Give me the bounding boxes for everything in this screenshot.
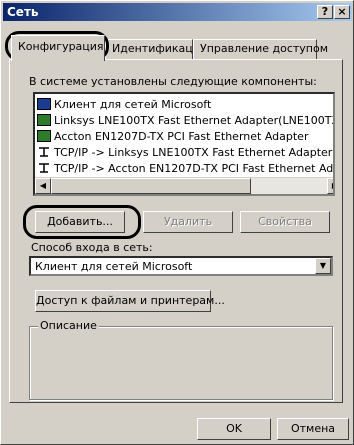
- tab-identification[interactable]: Идентификация: [105, 39, 207, 59]
- properties-button[interactable]: Свойства: [240, 211, 330, 233]
- list-item[interactable]: TCP/IP -> Linksys LNE100TX Fast Ethernet…: [37, 144, 333, 160]
- list-item-label: Linksys LNE100TX Fast Ethernet Adapter(L…: [54, 113, 335, 127]
- remove-button[interactable]: Удалить: [143, 211, 233, 233]
- file-sharing-button[interactable]: Доступ к файлам и принтерам...: [35, 290, 225, 312]
- window-title: Сеть: [7, 5, 39, 19]
- close-button[interactable]: ×: [334, 5, 350, 19]
- list-item[interactable]: Accton EN1207D-TX PCI Fast Ethernet Adap…: [37, 128, 308, 144]
- logon-select[interactable]: Клиент для сетей Microsoft ▼: [29, 256, 333, 276]
- title-bar[interactable]: Сеть ? ×: [3, 3, 352, 21]
- logon-select-value: Клиент для сетей Microsoft: [35, 260, 193, 273]
- scroll-right-icon[interactable]: ▶: [327, 178, 333, 194]
- network-dialog: Сеть ? × Конфигурация Идентификация Упра…: [0, 0, 354, 445]
- tab-configuration-label: Конфигурация: [18, 40, 104, 53]
- list-item-label: TCP/IP -> Linksys LNE100TX Fast Ethernet…: [54, 145, 333, 159]
- list-item-label: TCP/IP -> Accton EN1207D-TX PCI Fast Eth…: [54, 161, 335, 175]
- protocol-icon: [37, 146, 51, 158]
- network-client-icon: [37, 98, 51, 110]
- ok-button[interactable]: OK: [197, 418, 271, 440]
- scroll-thumb[interactable]: [51, 178, 251, 194]
- tab-access-control-label: Управление доступом: [200, 42, 329, 55]
- list-item[interactable]: TCP/IP -> Accton EN1207D-TX PCI Fast Eth…: [37, 160, 335, 176]
- tab-configuration[interactable]: Конфигурация: [11, 35, 105, 61]
- protocol-icon: [37, 162, 51, 174]
- help-button[interactable]: ?: [317, 5, 333, 19]
- scroll-left-icon[interactable]: ◀: [35, 178, 51, 194]
- tab-access-control[interactable]: Управление доступом: [193, 39, 328, 59]
- list-item-label: Accton EN1207D-TX PCI Fast Ethernet Adap…: [54, 129, 309, 143]
- list-item[interactable]: Linksys LNE100TX Fast Ethernet Adapter(L…: [37, 112, 335, 128]
- network-adapter-icon: [37, 114, 51, 126]
- components-list[interactable]: Клиент для сетей Microsoft Linksys LNE10…: [33, 92, 335, 196]
- list-item-label: Клиент для сетей Microsoft: [54, 97, 212, 111]
- components-heading: В системе установлены следующие компонен…: [29, 75, 317, 88]
- horizontal-scrollbar[interactable]: ◀ ▶: [35, 177, 333, 194]
- chevron-down-icon[interactable]: ▼: [315, 258, 331, 274]
- logon-label: Способ входа в сеть:: [31, 241, 153, 254]
- description-title: Описание: [38, 319, 99, 332]
- add-button[interactable]: Добавить...: [35, 211, 125, 233]
- network-adapter-icon: [37, 130, 51, 142]
- list-item[interactable]: Клиент для сетей Microsoft: [37, 96, 211, 112]
- description-group: Описание: [29, 319, 333, 400]
- cancel-button[interactable]: Отмена: [277, 418, 349, 440]
